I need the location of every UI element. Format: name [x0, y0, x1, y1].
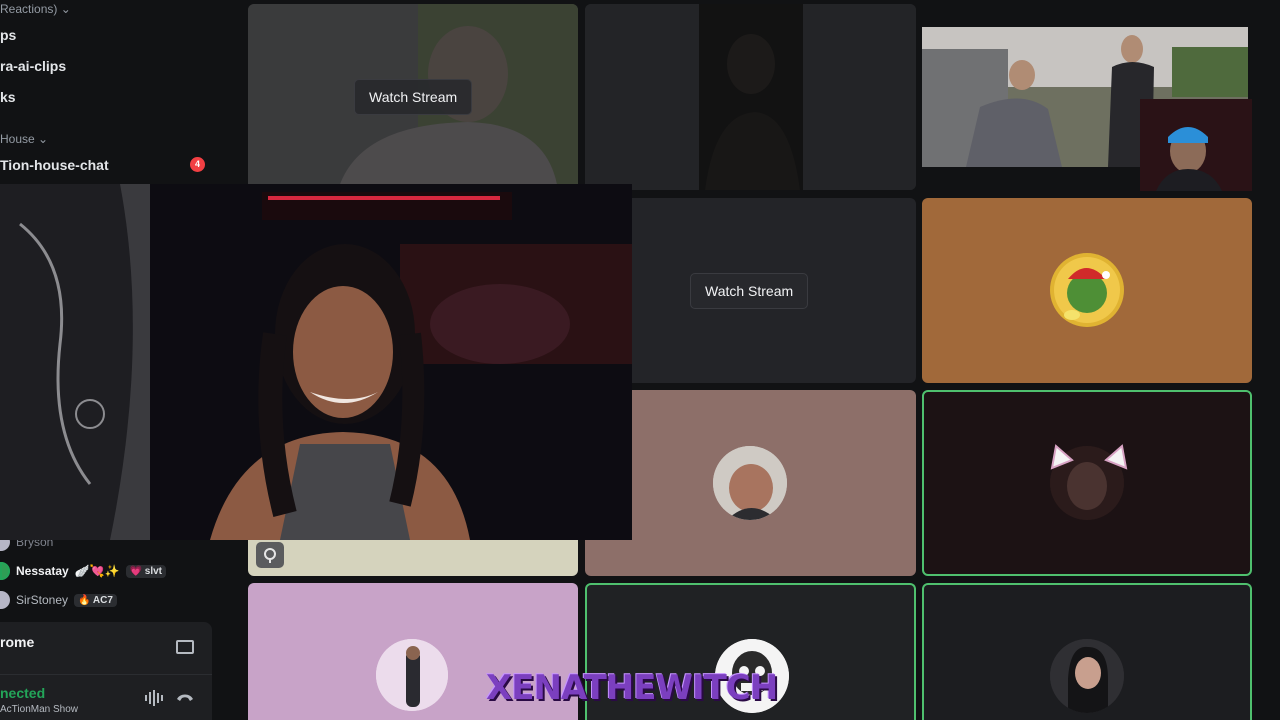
streamer-name-watermark: XENATHEWITCH [486, 668, 778, 708]
stream-tile[interactable] [585, 4, 916, 190]
watch-stream-button[interactable]: Watch Stream [354, 79, 473, 115]
member-tag: 🔥 AC7 [74, 593, 117, 607]
channel-item[interactable]: ra-ai-clips [0, 58, 66, 74]
chevron-down-icon: ⌄ [60, 2, 71, 16]
stream-tile[interactable]: Watch Stream [248, 4, 578, 190]
voice-activity-title: rome [0, 634, 35, 650]
stage-mic-icon [256, 542, 284, 568]
member-tag: 💗 slvt [125, 564, 167, 578]
avatar [0, 591, 10, 609]
avatar [713, 446, 787, 520]
voice-member[interactable]: Nessatay 🪽💘✨ 💗 slvt [0, 561, 167, 581]
participant-tile-speaking[interactable] [922, 390, 1252, 576]
channel-item[interactable]: ps [0, 27, 16, 43]
chevron-down-icon: ⌄ [38, 132, 49, 146]
stream-tile[interactable]: Watch Stream [585, 198, 916, 383]
facecam-overlay [1140, 99, 1252, 191]
webcam-feed [0, 184, 632, 540]
signal-bars-icon[interactable] [145, 690, 163, 706]
avatar [0, 562, 10, 580]
participant-tile[interactable] [922, 198, 1252, 383]
category-house[interactable]: House ⌄ [0, 132, 48, 146]
voice-member[interactable]: SirStoney 🔥 AC7 [0, 590, 117, 610]
avatar [1050, 639, 1124, 713]
avatar [1050, 253, 1124, 327]
channel-item[interactable]: ks [0, 89, 16, 105]
participant-tile-speaking[interactable] [922, 583, 1252, 720]
voice-channel-name[interactable]: AcTionMan Show [0, 704, 78, 715]
divider [0, 674, 212, 675]
unread-badge: 4 [190, 157, 205, 172]
voice-status: nected [0, 685, 46, 701]
webcam-overlay [0, 184, 632, 540]
participant-tile[interactable] [585, 390, 916, 576]
watch-stream-button[interactable]: Watch Stream [690, 273, 809, 309]
avatar [376, 639, 448, 711]
channel-house-chat[interactable]: Tion-house-chat [0, 157, 109, 173]
cat-ears-decoration [1050, 444, 1128, 470]
screen-share-icon[interactable] [176, 640, 194, 654]
category-reactions[interactable]: Reactions) ⌄ [0, 2, 71, 16]
member-emoji: 🪽💘✨ [74, 564, 120, 578]
stream-preview [585, 4, 916, 190]
disconnect-icon[interactable] [176, 692, 194, 702]
voice-connection-panel: rome nected AcTionMan Show [0, 622, 212, 720]
